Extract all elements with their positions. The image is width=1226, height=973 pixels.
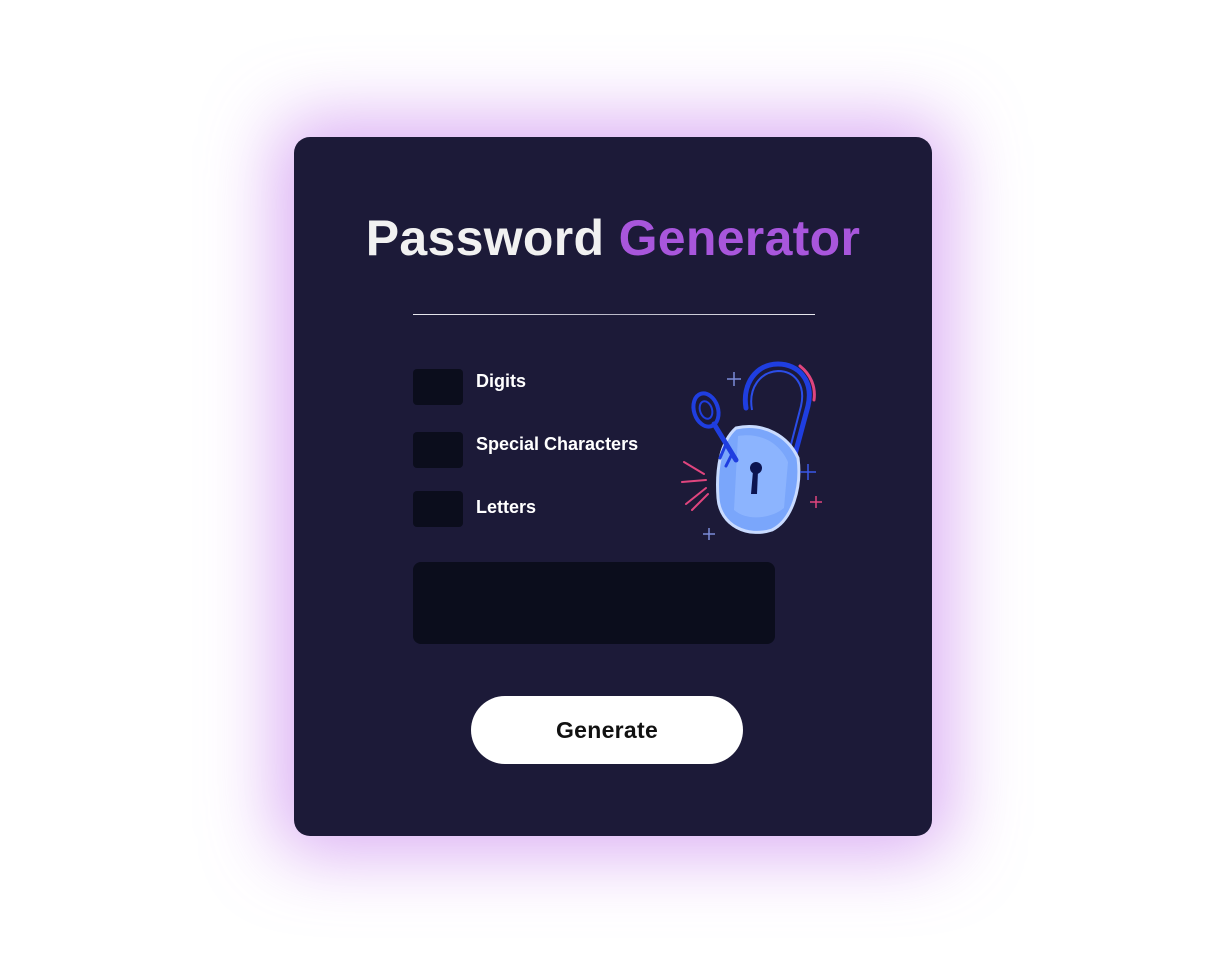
letters-label: Letters <box>476 497 537 517</box>
unlocked-padlock-with-key-icon <box>681 361 822 540</box>
divider <box>413 314 815 315</box>
title-word-generator: Generator <box>618 210 861 266</box>
password-output-field[interactable] <box>413 562 775 644</box>
page-title: Password Generator <box>0 206 1226 270</box>
letters-checkbox[interactable] <box>413 491 463 527</box>
generate-button[interactable]: Generate <box>471 696 743 764</box>
digits-label: Digits <box>476 371 527 391</box>
title-word-password: Password <box>365 210 605 266</box>
digits-checkbox[interactable] <box>413 369 463 405</box>
special-characters-checkbox[interactable] <box>413 432 463 468</box>
special-characters-label: Special Characters <box>476 434 639 454</box>
